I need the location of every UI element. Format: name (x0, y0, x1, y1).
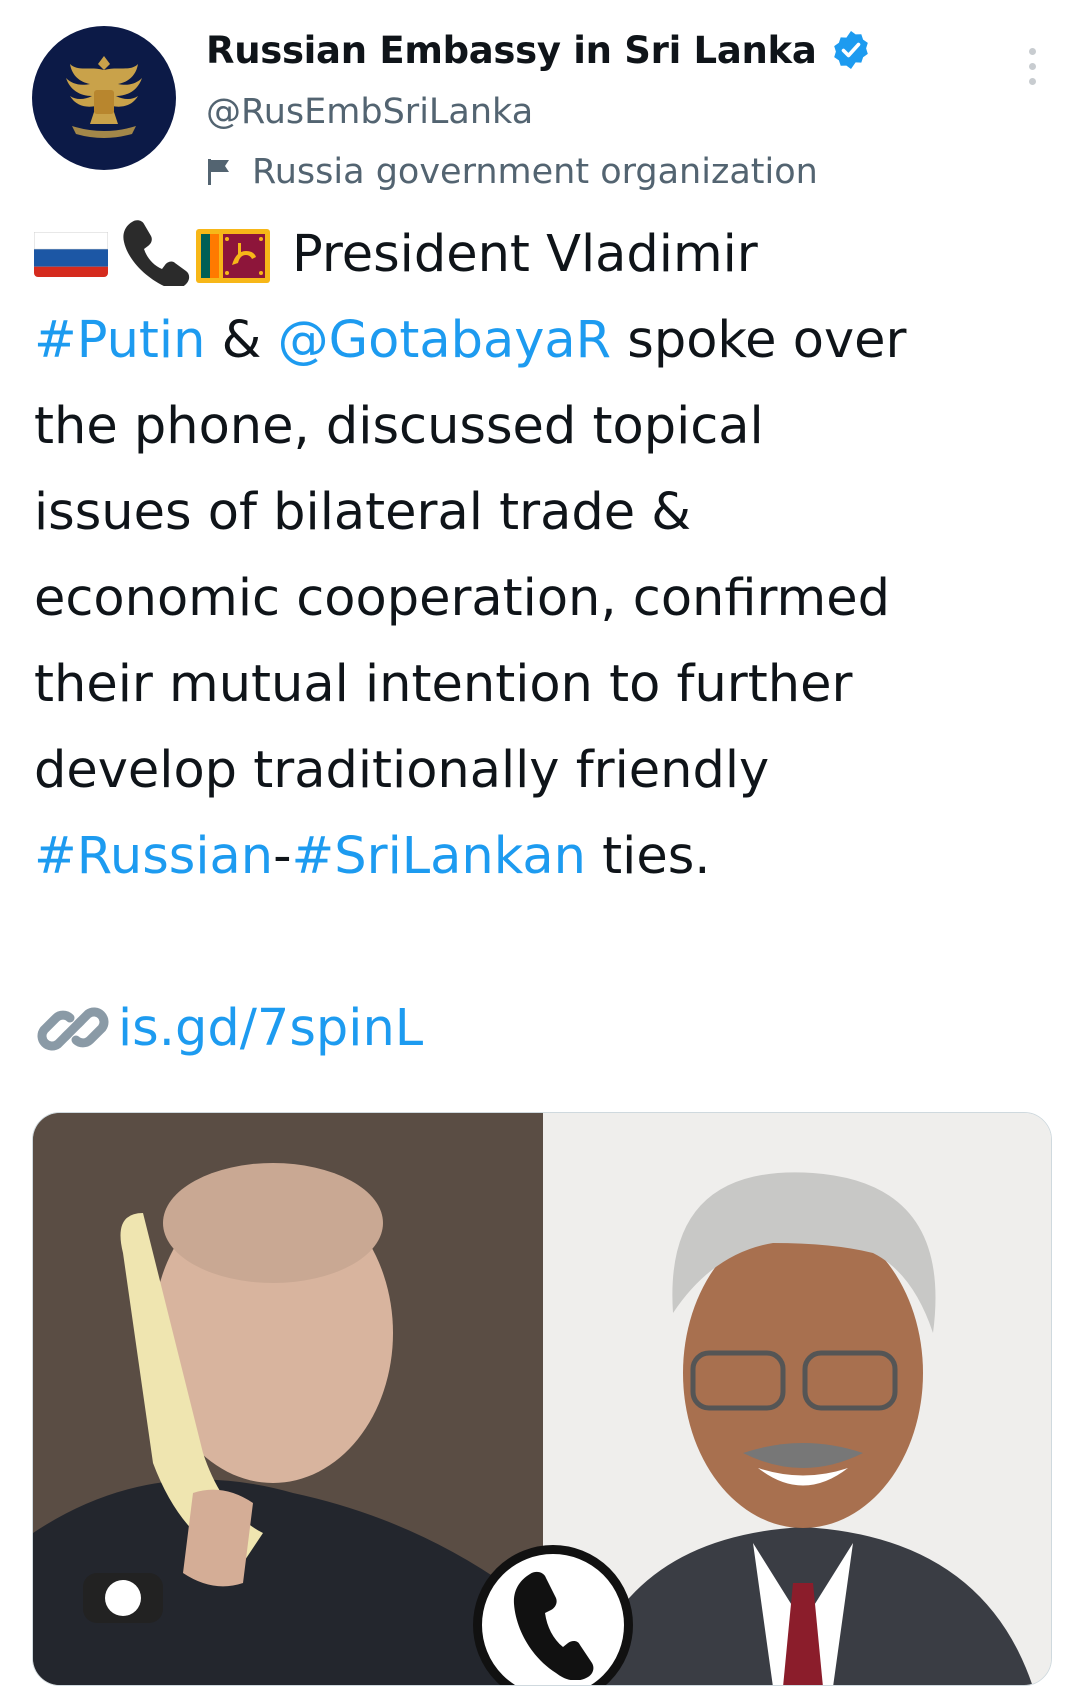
sri-lanka-flag-icon (196, 224, 270, 283)
coat-of-arms-icon (66, 56, 142, 138)
tweet-text-segment: & (205, 311, 278, 370)
avatar[interactable] (32, 26, 176, 170)
name-row: Russian Embassy in Sri Lanka (206, 22, 871, 78)
telephone-receiver-icon (123, 220, 190, 286)
tweet-text-segment: spoke over (611, 311, 907, 370)
more-options-button[interactable] (1012, 34, 1052, 98)
tweet-media[interactable] (32, 1112, 1052, 1686)
tweet-line: #Russian-#SriLankan ties. (34, 814, 1054, 900)
tweet-line: the phone, discussed topical (34, 397, 764, 456)
flag-icon (208, 159, 229, 185)
tweet-text-segment: - (273, 827, 292, 886)
hashtag-srilankan-link[interactable]: #SriLankan (292, 827, 586, 886)
tweet-text-segment: ties. (585, 827, 711, 886)
more-dot (1028, 47, 1036, 55)
tweet-line: #Putin & @GotabayaR spoke over (34, 298, 1054, 384)
more-dot (1028, 77, 1036, 85)
tweet-line: issues of bilateral trade & (34, 483, 692, 542)
hashtag-russian-link[interactable]: #Russian (34, 827, 273, 886)
account-handle[interactable]: @RusEmbSriLanka (206, 92, 533, 132)
tweet-text: President Vladimir #Putin & @GotabayaR s… (34, 212, 1054, 1072)
more-dot (1028, 62, 1036, 70)
label-text: Russia government organization (252, 152, 818, 192)
tweet-header: Russian Embassy in Sri Lanka @RusEmbSriL… (0, 0, 1080, 210)
display-name[interactable]: Russian Embassy in Sri Lanka (206, 29, 817, 72)
short-link-text[interactable]: is.gd/7spinL (118, 986, 423, 1072)
russia-flag-icon (34, 225, 108, 277)
emoji-group (34, 216, 270, 286)
tweet-line: economic cooperation, confirmed (34, 569, 890, 628)
hashtag-putin-link[interactable]: #Putin (34, 311, 205, 370)
link-icon (37, 1007, 109, 1051)
short-link[interactable]: is.gd/7spinL (34, 986, 1054, 1072)
photo-left (33, 1113, 543, 1685)
telephone-icon (513, 1571, 594, 1680)
government-label: Russia government organization (206, 152, 818, 192)
tweet-line: President Vladimir (34, 212, 1054, 298)
mention-gotabaya-link[interactable]: @GotabayaR (278, 311, 611, 370)
tweet-text-segment: President Vladimir (292, 225, 758, 284)
verified-badge-icon (833, 31, 868, 69)
tweet-line: their mutual intention to further (34, 655, 853, 714)
tweet-line: develop traditionally friendly (34, 741, 770, 800)
